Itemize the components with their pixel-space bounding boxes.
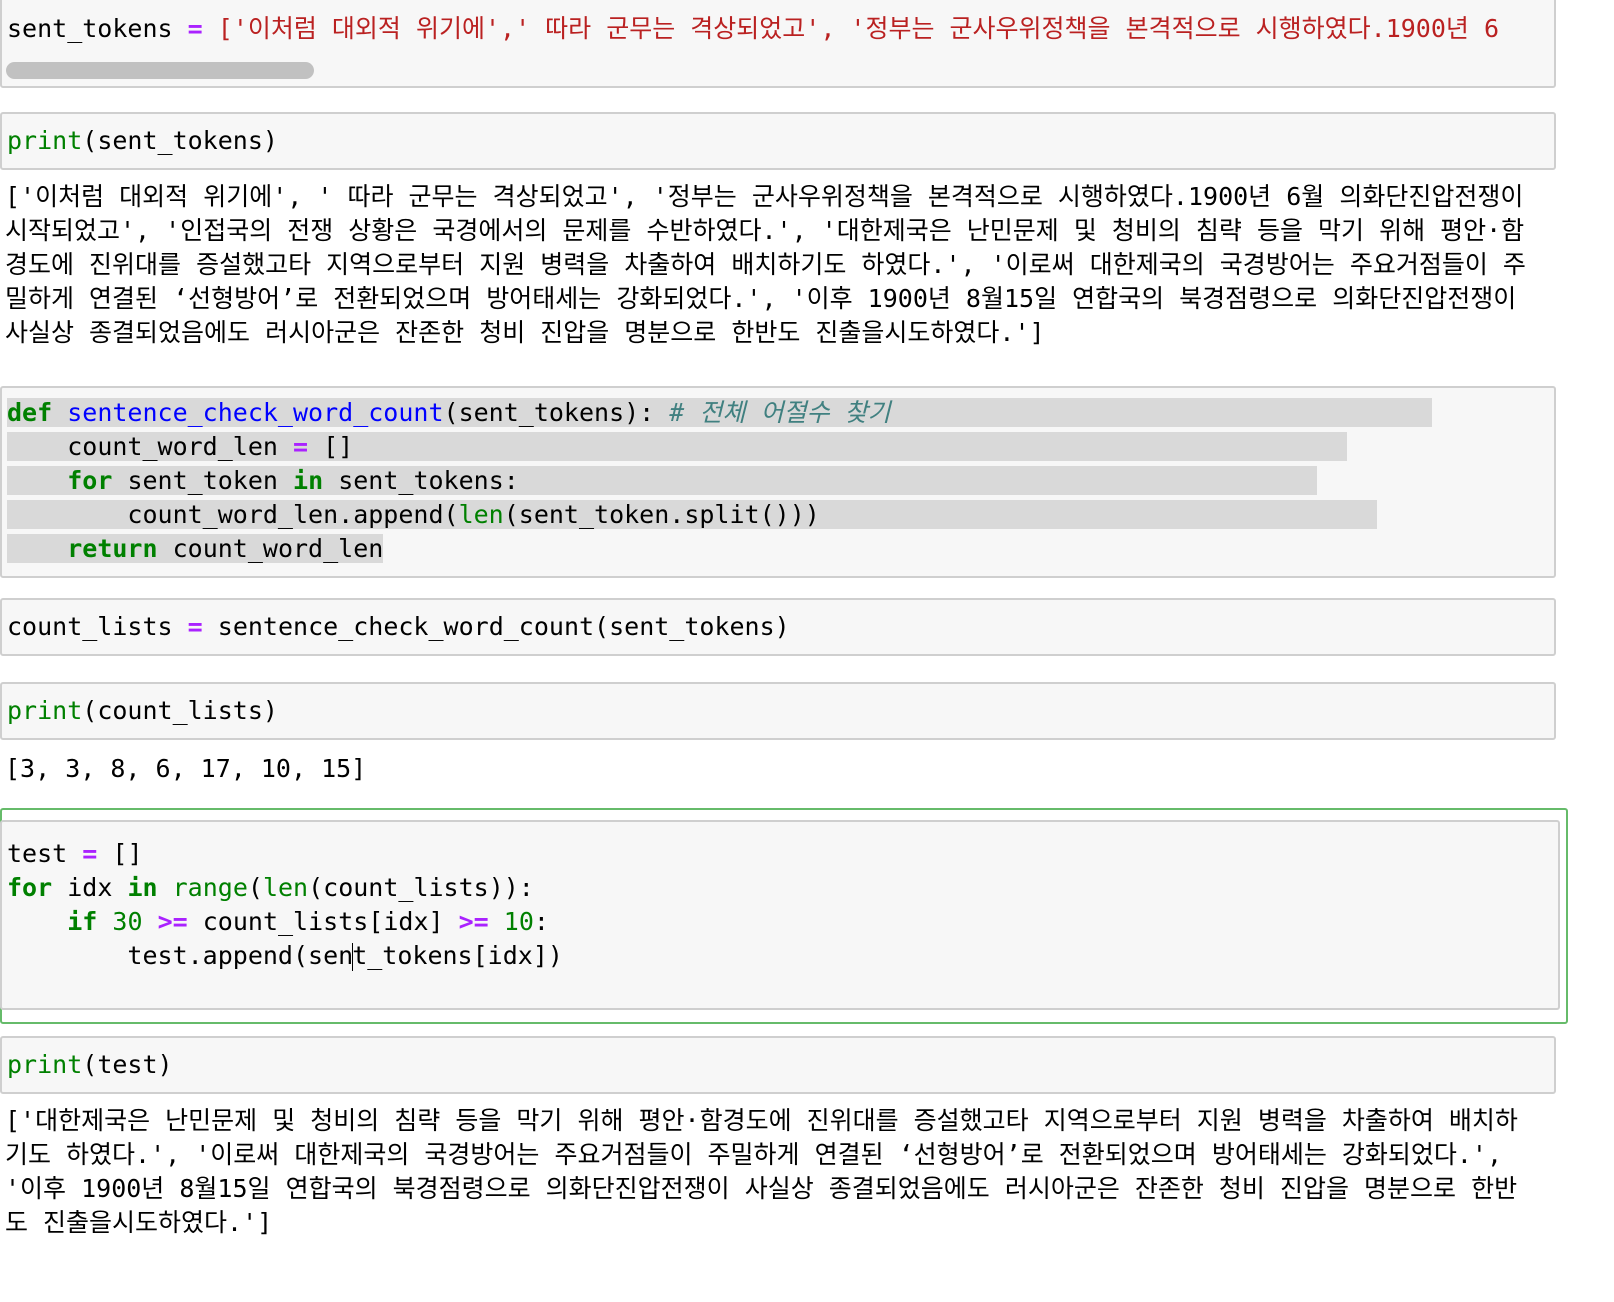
code-line-2: for idx in range(len(count_lists)): xyxy=(7,873,534,902)
code-line: count_lists = sentence_check_word_count(… xyxy=(7,610,790,644)
code-token-args: (sent_tokens) xyxy=(82,126,278,155)
code-cell-sent-tokens[interactable]: sent_tokens = ['이처럼 대외적 위기에',' 따라 군무는 격상… xyxy=(0,0,1556,88)
code-line: print(sent_tokens) xyxy=(7,124,278,158)
code-line-4: test.append(sent_tokens[idx]) xyxy=(127,941,563,971)
code-line: print(count_lists) xyxy=(7,694,278,728)
output-area-test: ['대한제국은 난민문제 및 청비의 침략 등을 막기 위해 평안·함경도에 진… xyxy=(0,1104,1540,1244)
code-line-1: test = [] xyxy=(7,839,143,868)
code-line-5: return count_word_len xyxy=(7,534,384,563)
code-cell-print-test[interactable]: print(test) xyxy=(0,1036,1556,1094)
horizontal-scrollbar[interactable] xyxy=(6,62,314,79)
code-cell-selected-wrapper[interactable]: test = [] for idx in range(len(count_lis… xyxy=(0,808,1568,1024)
code-token-builtin: print xyxy=(7,1050,83,1079)
output-text: [3, 3, 8, 6, 17, 10, 15] xyxy=(5,754,367,783)
code-token-var: count_lists xyxy=(7,612,173,641)
code-block[interactable]: test = [] for idx in range(len(count_lis… xyxy=(7,837,563,973)
code-cell-test-loop[interactable]: test = [] for idx in range(len(count_lis… xyxy=(0,820,1560,1010)
code-cell-function-def[interactable]: def sentence_check_word_count(sent_token… xyxy=(0,386,1556,578)
code-line-3: if 30 >= count_lists[idx] >= 10: xyxy=(67,907,549,936)
code-token-var: sent_tokens xyxy=(7,14,173,43)
code-line: print(test) xyxy=(7,1048,173,1082)
code-cell-print-sent-tokens[interactable]: print(sent_tokens) xyxy=(0,112,1556,170)
code-token-args: (test) xyxy=(82,1050,173,1079)
code-line-2: count_word_len = [] xyxy=(7,432,1347,461)
code-cell-count-lists[interactable]: count_lists = sentence_check_word_count(… xyxy=(0,598,1556,656)
code-line-4: count_word_len.append(len(sent_token.spl… xyxy=(7,500,1377,529)
code-token-args: (count_lists) xyxy=(82,696,278,725)
output-text: ['대한제국은 난민문제 및 청비의 침략 등을 막기 위해 평안·함경도에 진… xyxy=(5,1106,1518,1237)
code-line-1: def sentence_check_word_count(sent_token… xyxy=(7,398,1433,427)
code-token-op: = xyxy=(187,14,203,43)
code-token-call: sentence_check_word_count(sent_tokens) xyxy=(217,612,790,641)
code-line: sent_tokens = ['이처럼 대외적 위기에',' 따라 군무는 격상… xyxy=(7,12,1499,46)
output-area-sent-tokens: ['이처럼 대외적 위기에', ' 따라 군무는 격상되었고', '정부는 군사… xyxy=(0,180,1540,350)
output-text: ['이처럼 대외적 위기에', ' 따라 군무는 격상되었고', '정부는 군사… xyxy=(5,182,1539,347)
code-line-3: for sent_token in sent_tokens: xyxy=(7,466,1317,495)
code-token-builtin: print xyxy=(7,126,83,155)
code-token-string: ['이처럼 대외적 위기에',' 따라 군무는 격상되었고', '정부는 군사우… xyxy=(217,14,1499,43)
output-area-count-lists: [3, 3, 8, 6, 17, 10, 15] xyxy=(0,752,1540,792)
code-token-builtin: print xyxy=(7,696,83,725)
code-block: def sentence_check_word_count(sent_token… xyxy=(7,396,1433,566)
code-cell-print-count-lists[interactable]: print(count_lists) xyxy=(0,682,1556,740)
code-token-op: = xyxy=(187,612,203,641)
